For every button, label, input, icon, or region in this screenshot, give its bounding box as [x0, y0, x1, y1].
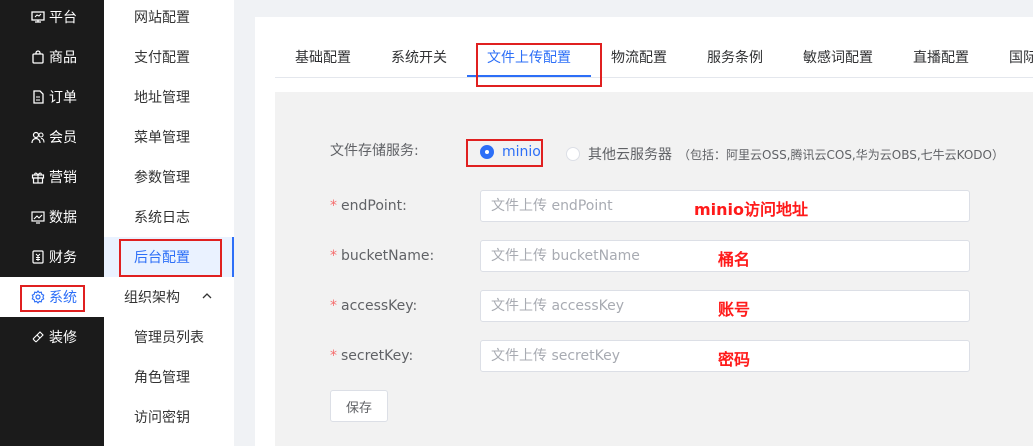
submenu-item[interactable]: 支付配置	[104, 37, 234, 77]
radio-other-cloud[interactable]: 其他云服务器 （包括：阿里云OSS,腾讯云COS,华为云OBS,七牛云KODO）	[566, 144, 1004, 164]
document-icon	[31, 90, 45, 104]
secretkey-label: * secretKey:	[330, 348, 414, 364]
endpoint-annotation: minio访问地址	[694, 200, 809, 219]
nav-label: 财务	[49, 250, 77, 266]
monitor-icon	[31, 10, 45, 24]
submenu-item[interactable]: 系统日志	[104, 197, 234, 237]
chart-icon	[31, 210, 45, 224]
nav-decoration[interactable]: 装修	[0, 317, 104, 357]
finance-icon	[31, 250, 45, 264]
nav-label: 平台	[49, 10, 77, 26]
nav-label: 装修	[49, 330, 77, 346]
tab-upload[interactable]: 文件上传配置	[487, 44, 571, 78]
secondary-sidebar: 网站配置 支付配置 地址管理 菜单管理 参数管理 系统日志 后台配置 组织架构 …	[104, 0, 234, 446]
submenu-group-label: 组织架构	[124, 290, 180, 306]
nav-system[interactable]: 系统	[0, 277, 104, 317]
bucketname-label: * bucketName:	[330, 248, 435, 264]
nav-platform[interactable]: 平台	[0, 0, 104, 37]
users-icon	[31, 130, 45, 144]
save-button[interactable]: 保存	[330, 390, 388, 422]
submenu-item[interactable]: 参数管理	[104, 157, 234, 197]
storage-service-label: 文件存储服务:	[330, 143, 419, 159]
radio-checked-icon	[480, 145, 494, 159]
tab-international[interactable]: 国际	[1009, 44, 1033, 78]
nav-label: 营销	[49, 170, 77, 186]
nav-label: 数据	[49, 210, 77, 226]
radio-unchecked-icon	[566, 147, 580, 161]
nav-data[interactable]: 数据	[0, 197, 104, 237]
other-cloud-hint: （包括：阿里云OSS,腾讯云COS,华为云OBS,七牛云KODO）	[678, 147, 1004, 162]
nav-label: 订单	[49, 90, 77, 106]
primary-sidebar: 平台 商品 订单 会员 营销 数据 财务 系统 装修	[0, 0, 104, 446]
submenu-item[interactable]: 访问密钥	[104, 397, 234, 437]
tab-switches[interactable]: 系统开关	[391, 44, 447, 78]
gift-icon	[31, 170, 45, 184]
submenu-item[interactable]: 管理员列表	[104, 317, 234, 357]
accesskey-label: * accessKey:	[330, 298, 418, 314]
nav-members[interactable]: 会员	[0, 117, 104, 157]
endpoint-label: * endPoint:	[330, 198, 407, 214]
nav-orders[interactable]: 订单	[0, 77, 104, 117]
tab-sensitive-words[interactable]: 敏感词配置	[803, 44, 873, 78]
nav-finance[interactable]: 财务	[0, 237, 104, 277]
nav-marketing[interactable]: 营销	[0, 157, 104, 197]
tab-live[interactable]: 直播配置	[913, 44, 969, 78]
submenu-item[interactable]: 角色管理	[104, 357, 234, 397]
gear-icon	[31, 290, 45, 304]
bag-icon	[31, 50, 45, 64]
decor-icon	[31, 330, 45, 344]
tab-basic[interactable]: 基础配置	[295, 44, 351, 78]
active-tab-indicator	[467, 75, 591, 77]
nav-label: 商品	[49, 50, 77, 66]
radio-minio[interactable]: minio	[480, 144, 541, 160]
chevron-up-icon	[202, 293, 212, 299]
app-window: 平台 商品 订单 会员 营销 数据 财务 系统 装修 网站配置 支付配置 地址管…	[0, 0, 1033, 446]
nav-label: 会员	[49, 130, 77, 146]
tab-logistics[interactable]: 物流配置	[611, 44, 667, 78]
submenu-item[interactable]: 网站配置	[104, 0, 234, 37]
nav-label: 系统	[49, 290, 77, 306]
secretkey-annotation: 密码	[718, 350, 751, 369]
bucketname-annotation: 桶名	[718, 250, 751, 269]
nav-goods[interactable]: 商品	[0, 37, 104, 77]
submenu-item-active[interactable]: 后台配置	[104, 237, 234, 277]
tab-service-terms[interactable]: 服务条例	[707, 44, 763, 78]
accesskey-annotation: 账号	[718, 300, 751, 319]
submenu-group-org[interactable]: 组织架构	[104, 277, 234, 317]
config-tabs: 基础配置 系统开关 文件上传配置 物流配置 服务条例 敏感词配置 直播配置 国际	[275, 44, 1033, 78]
submenu-item[interactable]: 地址管理	[104, 77, 234, 117]
submenu-item[interactable]: 菜单管理	[104, 117, 234, 157]
